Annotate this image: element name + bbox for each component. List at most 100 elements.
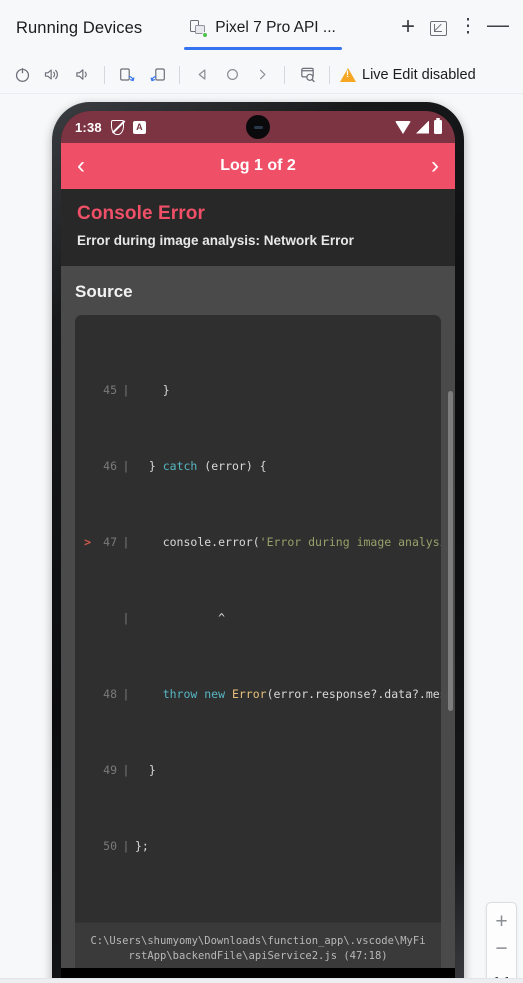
code-line: 46 | } catch (error) { [75,457,441,476]
error-overlay-header: ‹ Log 1 of 2 › [61,143,455,189]
status-bar-left: 1:38 A [75,119,146,135]
device-screen: 1:38 A ‹ Log 1 of 2 › Console Error Erro… [61,111,455,968]
toolbar-separator-4 [329,65,330,84]
collapse-button[interactable] [423,13,453,43]
code-line-text: } [135,383,170,397]
code-line-text: } [135,763,156,777]
code-gutter-pipe: | [122,687,130,701]
collapse-icon [429,20,447,36]
zoom-in-button[interactable]: + [487,907,516,937]
toolbar-separator-2 [179,65,180,84]
plus-icon: + [400,13,415,40]
log-counter-title: Log 1 of 2 [220,157,296,174]
code-gutter-pipe: | [122,535,130,549]
rotate-left-button[interactable] [113,61,141,89]
camera-punch-hole [246,115,270,139]
code-line-number: 48 [103,687,117,701]
no-shield-icon [110,119,125,135]
source-file-path: C:\Users\shumyomy\Downloads\function_app… [75,922,441,968]
device-icon [190,19,209,38]
volume-up-icon [44,69,58,80]
screenshot-button[interactable] [293,61,321,89]
minimize-button[interactable]: — [483,13,513,43]
code-line: 49 | } [75,761,441,780]
code-gutter-pipe: | [122,611,130,625]
error-summary: Console Error Error during image analysi… [61,189,455,266]
next-log-button[interactable]: › [413,154,439,178]
code-gutter-pipe: | [122,839,130,853]
code-line-marker [75,381,91,400]
rotate-right-button[interactable] [143,61,171,89]
code-line-number: 50 [103,839,117,853]
more-options-button[interactable]: ⋮ [453,13,483,43]
code-line: 50 | }; [75,837,441,856]
source-section-title: Source [75,282,133,301]
code-gutter-pipe: | [122,763,130,777]
back-button[interactable] [188,61,216,89]
error-message: Error during image analysis: Network Err… [77,233,354,248]
code-line-number: 47 [103,535,117,549]
code-line-marker [75,457,91,476]
live-edit-status[interactable]: Live Edit disabled [340,67,476,83]
circle-home-icon [226,69,238,80]
rotate-right-icon [150,68,165,82]
volume-up-button[interactable] [38,61,66,89]
code-line-number: 46 [103,459,117,473]
code-line-number: 45 [103,383,117,397]
home-button[interactable] [218,61,246,89]
power-button[interactable] [8,61,36,89]
toolbar-separator-3 [284,65,285,84]
screenshot-icon [300,67,315,83]
new-tab-button[interactable]: + [393,13,423,43]
code-line-number [91,609,117,628]
wifi-icon [395,120,411,134]
kebab-icon: ⋮ [458,16,478,37]
code-line-number: 49 [103,763,117,777]
tab-label: Pixel 7 Pro API ... [215,19,336,36]
warning-triangle-icon [340,67,356,82]
volume-down-button[interactable] [68,61,96,89]
error-kind-title: Console Error [77,203,205,224]
overlay-scrollbar[interactable] [448,391,453,711]
power-icon [15,67,29,82]
android-status-bar: 1:38 A [61,111,455,143]
code-line-text: throw new Error(error.response?.data?.me… [162,687,441,701]
code-line-text: console.error('Error during image analys… [162,535,441,549]
zoom-controls-panel: + − 1:1 [486,902,517,983]
emulator-stage: 1:38 A ‹ Log 1 of 2 › Console Error Erro… [0,94,523,983]
stage-scrollbar[interactable] [519,94,523,983]
minimize-icon: — [487,12,509,37]
prev-log-button[interactable]: ‹ [77,154,103,178]
source-code-block: 45 | } 46 | } catch (error) {> 47 | con… [75,315,441,922]
code-line-marker [75,761,91,780]
tool-window-title: Running Devices [16,18,143,37]
battery-icon [434,117,442,134]
a-badge-icon: A [132,120,146,134]
code-line: 48 | throw new Error(error.response?.dat… [75,685,441,704]
code-caret-marker: ^ [135,611,226,625]
running-devices-tool-window: Running Devices Pixel 7 Pro API ... + ⋮ … [0,0,523,983]
code-error-marker: > [84,535,91,549]
code-caret-line: | ^ [75,609,441,628]
signal-icon [416,120,429,134]
triangle-back-icon [198,69,205,80]
phone-inner: 1:38 A ‹ Log 1 of 2 › Console Error Erro… [61,111,455,983]
recents-button[interactable] [248,61,276,89]
code-gutter-pipe: | [122,459,130,473]
zoom-out-button[interactable]: − [487,937,516,967]
status-time: 1:38 [75,119,102,135]
phone-bezel: 1:38 A ‹ Log 1 of 2 › Console Error Erro… [52,102,464,983]
code-line-marker [75,609,91,628]
code-line-marker [75,685,91,704]
code-line: 45 | } [75,381,441,400]
volume-down-icon [76,69,87,80]
source-code-frame: 45 | } 46 | } catch (error) {> 47 | con… [75,315,441,968]
code-line-text: } catch (error) { [148,459,267,473]
running-status-dot [202,31,209,38]
status-bar-right [395,111,442,143]
code-line-marker [75,837,91,856]
error-overlay-body: Source 45 | } 46 |} catch (error) {> 4… [61,266,455,968]
window-bottom-edge [0,978,523,983]
tab-pixel-7-pro[interactable]: Pixel 7 Pro API ... [184,0,342,56]
tool-window-titlebar: Running Devices Pixel 7 Pro API ... + ⋮ … [0,0,523,56]
